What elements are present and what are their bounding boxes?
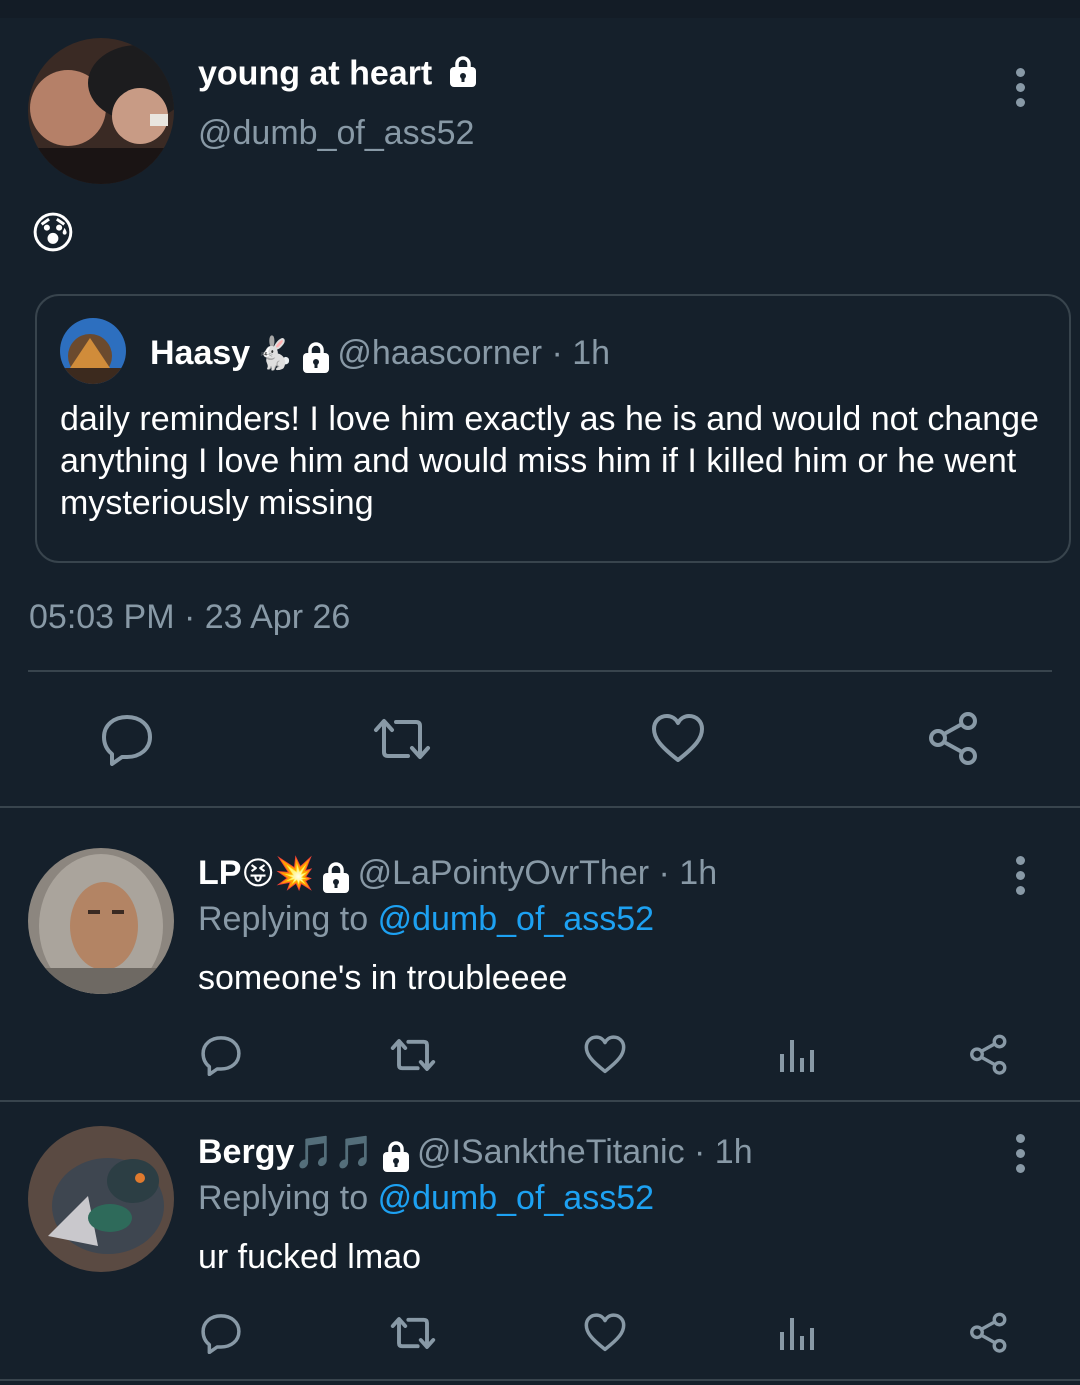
avatar-haasy[interactable] bbox=[60, 318, 126, 384]
avatar-young-at-heart[interactable] bbox=[28, 38, 174, 184]
more-options-icon[interactable] bbox=[1016, 1134, 1026, 1179]
quoted-text: daily reminders! I love him exactly as h… bbox=[60, 400, 1039, 522]
handle-time[interactable]: @ISanktheTitanic · 1h bbox=[417, 1133, 753, 1171]
reply-icon[interactable] bbox=[200, 1034, 242, 1076]
tweet-emoji: 😰 bbox=[30, 209, 76, 258]
quoted-display-name[interactable]: Haasy bbox=[150, 334, 250, 372]
lock-icon bbox=[319, 860, 353, 899]
quoted-handle-time[interactable]: @haascorner · 1h bbox=[337, 334, 610, 372]
tweet-timestamp[interactable]: 05:03 PM · 23 Apr 26 bbox=[29, 598, 350, 637]
divider bbox=[0, 1379, 1080, 1381]
display-name[interactable]: LP bbox=[198, 854, 241, 892]
replying-to-label: Replying to bbox=[198, 900, 369, 938]
avatar-lp[interactable] bbox=[28, 848, 174, 994]
like-icon[interactable] bbox=[583, 1312, 627, 1354]
share-icon[interactable] bbox=[926, 712, 982, 766]
divider bbox=[0, 806, 1080, 808]
reply-text: ur fucked lmao bbox=[198, 1238, 421, 1276]
reply-icon[interactable] bbox=[200, 1312, 242, 1354]
display-name[interactable]: young at heart bbox=[198, 54, 432, 92]
rabbit-emoji: 🐇 bbox=[254, 335, 295, 371]
analytics-icon[interactable] bbox=[778, 1036, 816, 1074]
reply-text: someone's in troubleeee bbox=[198, 959, 568, 997]
handle[interactable]: @dumb_of_ass52 bbox=[198, 114, 474, 153]
handle-time[interactable]: @LaPointyOvrTher · 1h bbox=[358, 854, 718, 892]
name-emoji: 😝💥 bbox=[241, 855, 315, 891]
retweet-icon[interactable] bbox=[388, 1312, 438, 1354]
status-strip bbox=[0, 0, 1080, 18]
replying-to-label: Replying to bbox=[198, 1179, 369, 1217]
like-icon[interactable] bbox=[583, 1034, 627, 1076]
retweet-icon[interactable] bbox=[388, 1034, 438, 1076]
replying-to-handle[interactable]: @dumb_of_ass52 bbox=[378, 900, 654, 938]
share-icon[interactable] bbox=[968, 1312, 1010, 1354]
replying-to-handle[interactable]: @dumb_of_ass52 bbox=[378, 1179, 654, 1217]
more-options-icon[interactable] bbox=[1016, 856, 1026, 901]
like-icon[interactable] bbox=[650, 712, 706, 766]
analytics-icon[interactable] bbox=[778, 1314, 816, 1352]
avatar-bergy[interactable] bbox=[28, 1126, 174, 1272]
lock-icon bbox=[299, 340, 333, 379]
name-emoji: 🎵🎵 bbox=[294, 1134, 375, 1170]
display-name[interactable]: Bergy bbox=[198, 1133, 294, 1171]
divider bbox=[0, 1100, 1080, 1102]
lock-icon bbox=[379, 1139, 413, 1178]
retweet-icon[interactable] bbox=[370, 712, 434, 766]
lock-icon bbox=[446, 54, 480, 97]
divider bbox=[28, 670, 1052, 672]
more-options-icon[interactable] bbox=[1016, 68, 1026, 113]
reply-icon[interactable] bbox=[100, 712, 154, 766]
share-icon[interactable] bbox=[968, 1034, 1010, 1076]
